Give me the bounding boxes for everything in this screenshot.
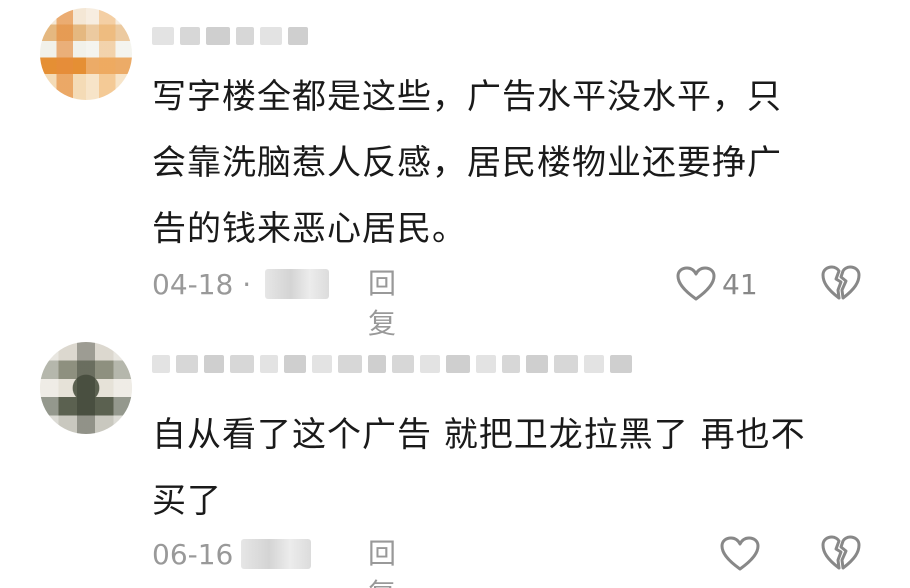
avatar[interactable] <box>40 8 132 100</box>
like-button[interactable] <box>720 534 766 574</box>
comment-date: 06-16 <box>152 537 234 571</box>
username-blurred[interactable] <box>152 352 632 376</box>
comment-date: 04-18 · <box>152 267 252 301</box>
comment-meta: 06-16 回复 <box>152 534 396 588</box>
avatar[interactable] <box>40 342 132 434</box>
comment-item: 写字楼全都是这些，广告水平没水平，只 会靠洗脑惹人反感，居民楼物业还要挣广 告的… <box>0 0 910 340</box>
comment-text-line: 写字楼全都是这些，广告水平没水平，只 <box>152 77 782 117</box>
like-button[interactable]: 41 <box>676 264 758 304</box>
comment-text: 自从看了这个广告 就把卫龙拉黑了 再也不 买了 <box>152 402 872 534</box>
comment-item: 自从看了这个广告 就把卫龙拉黑了 再也不 买了 06-16 回复 <box>0 330 910 588</box>
comment-text: 写字楼全都是这些，广告水平没水平，只 会靠洗脑惹人反感，居民楼物业还要挣广 告的… <box>152 64 872 262</box>
reply-button[interactable]: 回复 <box>368 534 396 588</box>
comment-text-line: 会靠洗脑惹人反感，居民楼物业还要挣广 <box>152 143 782 183</box>
like-count: 41 <box>722 267 758 301</box>
username-blurred[interactable] <box>152 24 308 48</box>
comment-text-line: 告的钱来恶心居民。 <box>152 209 467 249</box>
dislike-button[interactable] <box>820 534 862 574</box>
comment-text-line: 自从看了这个广告 就把卫龙拉黑了 再也不 <box>152 415 806 455</box>
heart-outline-icon <box>720 536 760 571</box>
comment-meta: 04-18 · 回复 <box>152 264 396 340</box>
comment-text-line: 买了 <box>152 481 222 521</box>
location-blurred <box>241 539 312 569</box>
comment-list: 写字楼全都是这些，广告水平没水平，只 会靠洗脑惹人反感，居民楼物业还要挣广 告的… <box>0 0 910 588</box>
dislike-button[interactable] <box>820 264 862 304</box>
broken-heart-icon <box>821 535 861 570</box>
location-blurred <box>265 269 330 299</box>
heart-outline-icon <box>676 266 716 301</box>
broken-heart-icon <box>821 265 861 300</box>
